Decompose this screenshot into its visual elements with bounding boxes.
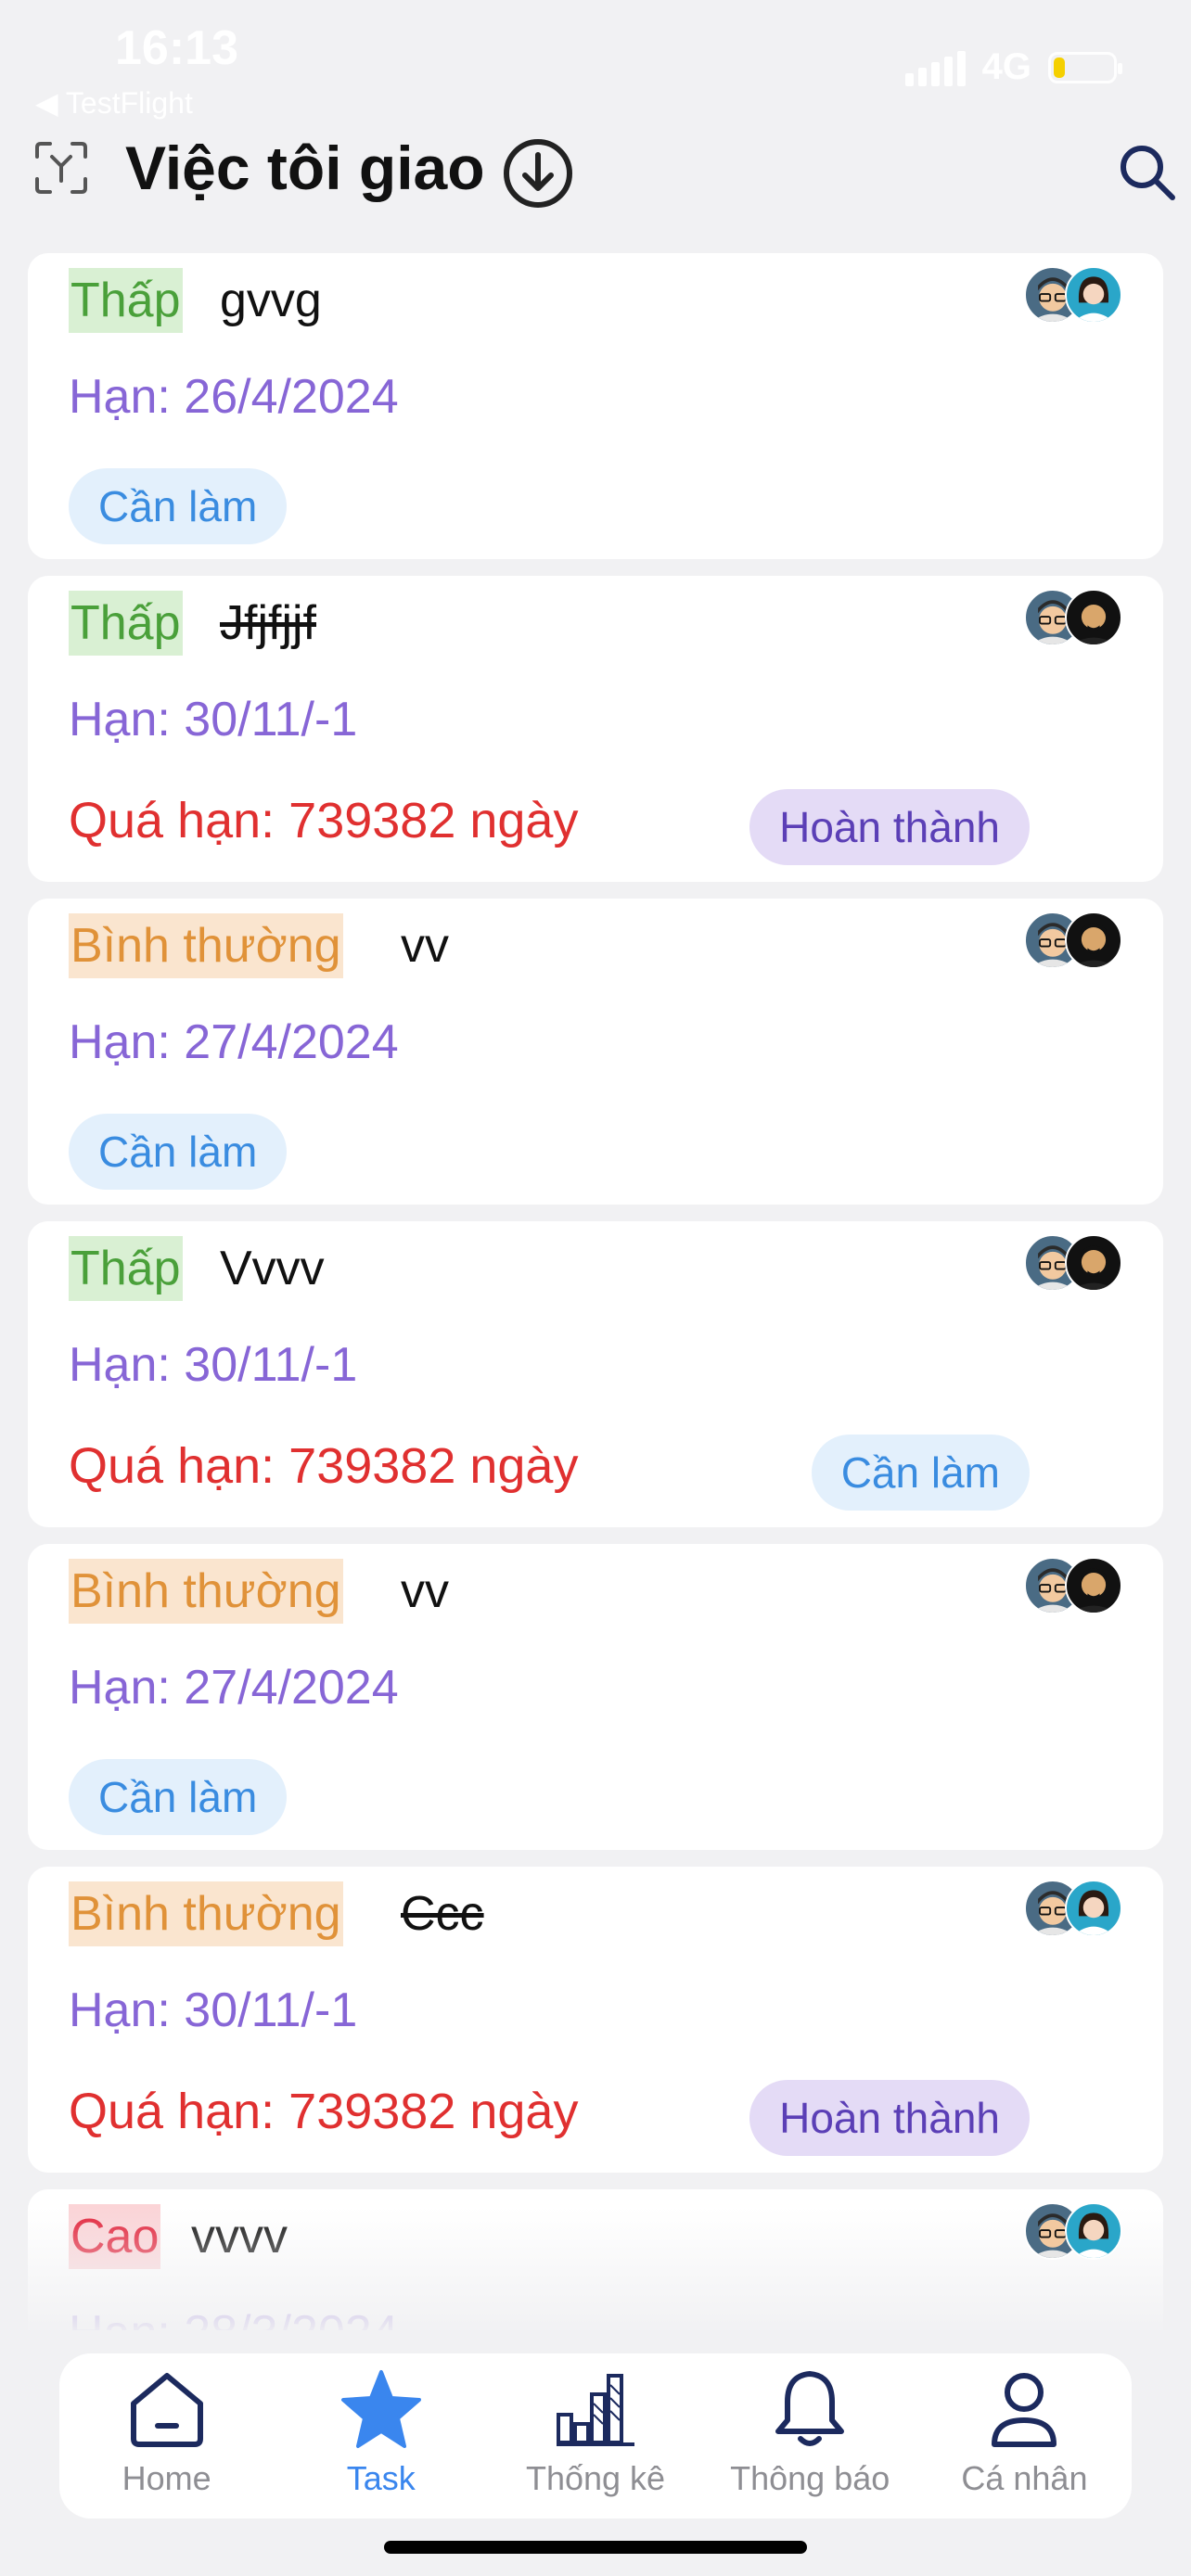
task-title: vv <box>401 919 449 973</box>
status-pill[interactable]: Cần làm <box>69 1114 288 1190</box>
status-bar: 16:13 ◀ TestFlight 4G <box>0 0 1191 121</box>
status-time: 16:13 <box>115 21 238 75</box>
signal-icon <box>904 49 966 86</box>
status-pill[interactable]: Hoàn thành <box>749 789 1030 865</box>
page-header: Việc tôi giao <box>0 125 1191 218</box>
task-card[interactable]: Bình thường Ccc Hạn: 30/11/-1 Quá hạn: 7393… <box>28 1867 1163 2173</box>
task-card[interactable]: Thấp gvvg Hạn: 26/4/2024 Cần làm <box>28 253 1163 559</box>
avatar <box>1065 1557 1122 1614</box>
status-pill[interactable]: Cần làm <box>69 468 288 544</box>
star-icon <box>340 2370 421 2448</box>
deadline-text: Hạn: 27/4/2024 <box>69 1661 399 1715</box>
task-card[interactable]: Thấp Jfjfjjf Hạn: 30/11/-1 Quá hạn: 739382 … <box>28 576 1163 882</box>
back-to-testflight[interactable]: ◀ TestFlight <box>35 85 193 121</box>
battery-icon <box>1048 51 1122 83</box>
assignee-avatars <box>1024 2202 1122 2260</box>
tab-task-label: Task <box>346 2459 416 2497</box>
bell-icon <box>775 2371 845 2446</box>
priority-badge: Bình thường <box>69 1881 343 1946</box>
overdue-text: Quá hạn: 739382 ngày <box>69 2084 579 2139</box>
avatar <box>1065 2202 1122 2260</box>
page-title: Việc tôi giao <box>125 134 485 202</box>
task-title: gvvg <box>220 274 322 327</box>
assignee-avatars <box>1024 266 1122 324</box>
status-indicators: 4G <box>904 46 1122 88</box>
home-indicator <box>384 2541 807 2554</box>
assignee-avatars <box>1024 1557 1122 1614</box>
priority-badge: Thấp <box>69 591 183 656</box>
deadline-text: Hạn: 30/11/-1 <box>69 693 358 746</box>
home-icon <box>130 2373 203 2447</box>
tab-statistics-label: Thống kê <box>525 2459 666 2497</box>
deadline-text: Hạn: 30/11/-1 <box>69 1338 358 1392</box>
bar-chart-icon <box>557 2374 634 2446</box>
avatar <box>1065 1880 1122 1937</box>
avatar <box>1065 266 1122 324</box>
tab-profile[interactable]: Cá nhân <box>917 2353 1132 2519</box>
assignee-avatars <box>1024 1880 1122 1937</box>
overdue-text: Quá hạn: 739382 ngày <box>69 793 579 848</box>
status-pill[interactable]: Cần làm <box>69 1759 288 1835</box>
app-screen: 16:13 ◀ TestFlight 4G Việc tôi giao Thấp… <box>0 0 1191 2576</box>
task-card[interactable]: Thấp Vvvv Hạn: 30/11/-1 Quá hạn: 739382 ngà… <box>28 1221 1163 1527</box>
avatar <box>1065 589 1122 646</box>
person-icon <box>992 2373 1057 2447</box>
assignee-avatars <box>1024 912 1122 969</box>
network-label: 4G <box>981 46 1031 87</box>
deadline-text: Hạn: 27/4/2024 <box>69 1015 399 1069</box>
tab-notifications[interactable]: Thông báo <box>703 2353 917 2519</box>
priority-badge: Bình thường <box>69 913 343 978</box>
priority-badge: Thấp <box>69 268 183 333</box>
tab-statistics[interactable]: Thống kê <box>488 2353 702 2519</box>
task-list[interactable]: Thấp gvvg Hạn: 26/4/2024 Cần làm Thấp Jfjfjjf… <box>28 253 1163 2330</box>
task-title: Vvvv <box>220 1242 325 1295</box>
task-card[interactable]: Bình thường vv Hạn: 27/4/2024 Cần làm <box>28 899 1163 1205</box>
tab-profile-label: Cá nhân <box>961 2459 1088 2497</box>
tab-task[interactable]: Task <box>274 2353 488 2519</box>
task-card[interactable]: Bình thường vv Hạn: 27/4/2024 Cần làm <box>28 1544 1163 1850</box>
deadline-text: Hạn: 26/4/2024 <box>69 370 399 424</box>
search-icon[interactable] <box>1117 142 1178 203</box>
tab-notifications-label: Thông báo <box>730 2459 890 2497</box>
assignee-avatars <box>1024 1234 1122 1292</box>
overdue-text: Quá hạn: 739382 ngày <box>69 1438 579 1494</box>
avatar <box>1065 1234 1122 1292</box>
tab-home-label: Home <box>122 2459 211 2497</box>
task-title: vv <box>401 1564 449 1618</box>
status-pill[interactable]: Cần làm <box>811 1435 1030 1511</box>
status-pill[interactable]: Hoàn thành <box>749 2080 1030 2156</box>
tab-bar: Home Task Thống kê Thông báo Cá nhân <box>59 2353 1132 2519</box>
task-title: Jfjfjjf <box>220 596 316 650</box>
scan-icon[interactable] <box>30 136 93 199</box>
assignee-avatars <box>1024 589 1122 646</box>
deadline-text: Hạn: 30/11/-1 <box>69 1983 358 2037</box>
list-fade-overlay <box>0 2207 1191 2337</box>
task-title: Ccc <box>401 1887 484 1941</box>
battery-level <box>1054 57 1066 78</box>
priority-badge: Bình thường <box>69 1559 343 1624</box>
avatar <box>1065 912 1122 969</box>
priority-badge: Thấp <box>69 1236 183 1301</box>
tab-home[interactable]: Home <box>59 2353 274 2519</box>
download-circle-icon[interactable] <box>501 136 575 210</box>
